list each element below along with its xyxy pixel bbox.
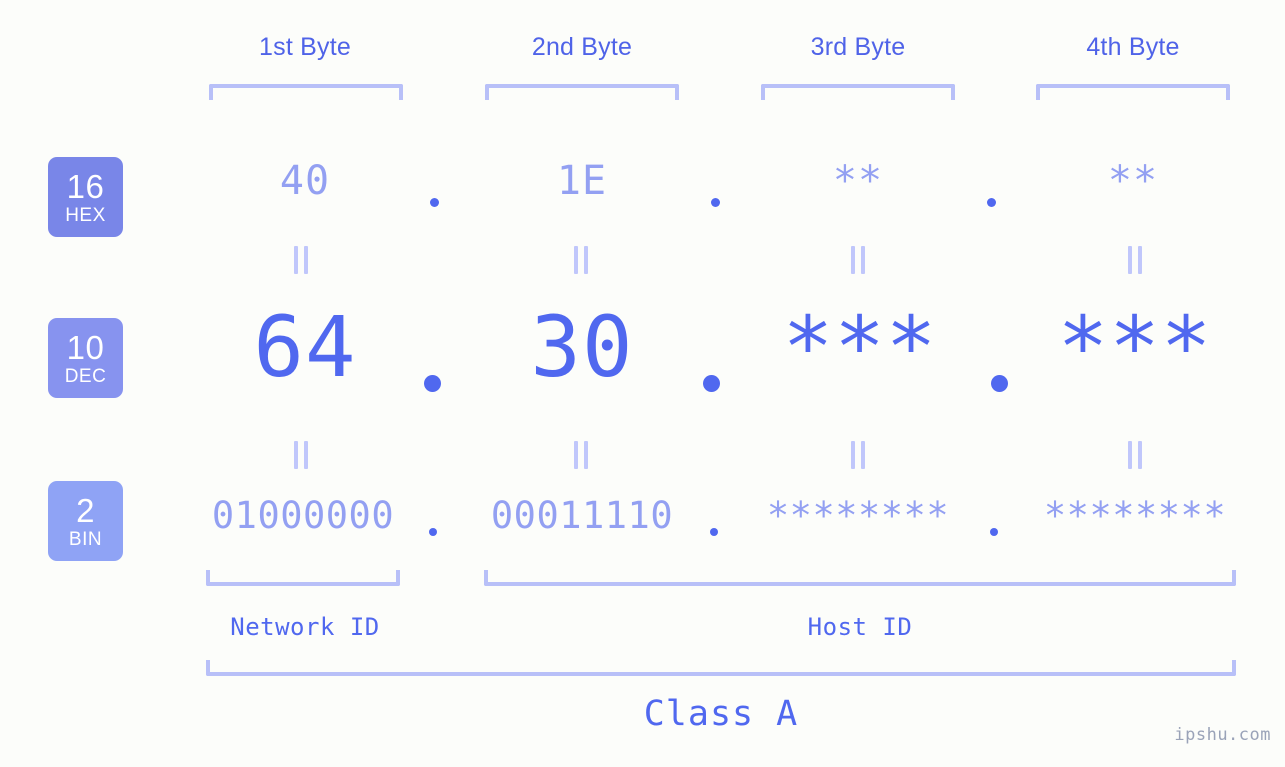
equals-mark-dec-bin-2 [572,441,590,469]
hex-dot-separator-1 [430,198,439,207]
base-badge-bin: 2 BIN [48,481,123,561]
host-id-label: Host ID [807,613,913,641]
dec-byte-2-value: 30 [530,298,634,396]
equals-stroke [294,441,298,469]
equals-stroke [1128,441,1132,469]
watermark: ipshu.com [1174,725,1271,745]
equals-mark-dec-bin-3 [849,441,867,469]
equals-stroke [1138,246,1142,274]
dec-byte-4-value: *** [1057,298,1213,396]
network-id-label: Network ID [230,613,380,641]
dec-dot-separator-2 [703,375,720,392]
bin-byte-3-value: ******** [766,494,950,537]
equals-stroke [304,441,308,469]
base-badge-bin-number: 2 [76,491,95,529]
dec-byte-3-value: *** [782,298,938,396]
network-id-bracket [206,570,400,586]
dec-dot-separator-1 [424,375,441,392]
class-bracket [206,660,1236,676]
byte-header-3: 3rd Byte [810,33,906,61]
bin-byte-4-value: ******** [1043,494,1227,537]
byte-bracket-2 [485,84,679,100]
equals-stroke [574,441,578,469]
bin-byte-1-value: 01000000 [211,494,395,537]
byte-bracket-4 [1036,84,1230,100]
equals-mark-hex-dec-4 [1126,246,1144,274]
equals-stroke [861,246,865,274]
hex-byte-1-value: 40 [279,158,331,204]
equals-mark-dec-bin-4 [1126,441,1144,469]
equals-stroke [304,246,308,274]
base-badge-dec-abbr: DEC [64,365,107,387]
bin-dot-separator-2 [710,528,718,536]
equals-stroke [1128,246,1132,274]
equals-mark-dec-bin-1 [292,441,310,469]
equals-stroke [851,441,855,469]
bin-dot-separator-1 [429,528,437,536]
hex-byte-3-value: ** [832,158,884,204]
equals-stroke [861,441,865,469]
byte-header-2: 2nd Byte [531,33,633,61]
base-badge-hex-number: 16 [66,167,105,205]
equals-stroke [294,246,298,274]
base-badge-hex: 16 HEX [48,157,123,237]
class-label: Class A [643,694,799,734]
dec-dot-separator-3 [991,375,1008,392]
ip-address-breakdown-diagram: 1st Byte 2nd Byte 3rd Byte 4th Byte 16 H… [0,0,1285,767]
equals-mark-hex-dec-1 [292,246,310,274]
bin-byte-2-value: 00011110 [490,494,674,537]
hex-dot-separator-2 [711,198,720,207]
base-badge-dec: 10 DEC [48,318,123,398]
hex-byte-2-value: 1E [556,158,608,204]
equals-stroke [584,441,588,469]
equals-stroke [574,246,578,274]
byte-bracket-3 [761,84,955,100]
hex-dot-separator-3 [987,198,996,207]
byte-bracket-1 [209,84,403,100]
equals-stroke [584,246,588,274]
equals-stroke [1138,441,1142,469]
equals-mark-hex-dec-3 [849,246,867,274]
equals-mark-hex-dec-2 [572,246,590,274]
bin-dot-separator-3 [990,528,998,536]
base-badge-hex-abbr: HEX [65,204,106,226]
equals-stroke [851,246,855,274]
byte-header-1: 1st Byte [259,33,351,61]
base-badge-bin-abbr: BIN [68,528,103,550]
base-badge-dec-number: 10 [66,328,105,366]
host-id-bracket [484,570,1236,586]
byte-header-4: 4th Byte [1086,33,1180,61]
dec-byte-1-value: 64 [253,298,357,396]
hex-byte-4-value: ** [1107,158,1159,204]
